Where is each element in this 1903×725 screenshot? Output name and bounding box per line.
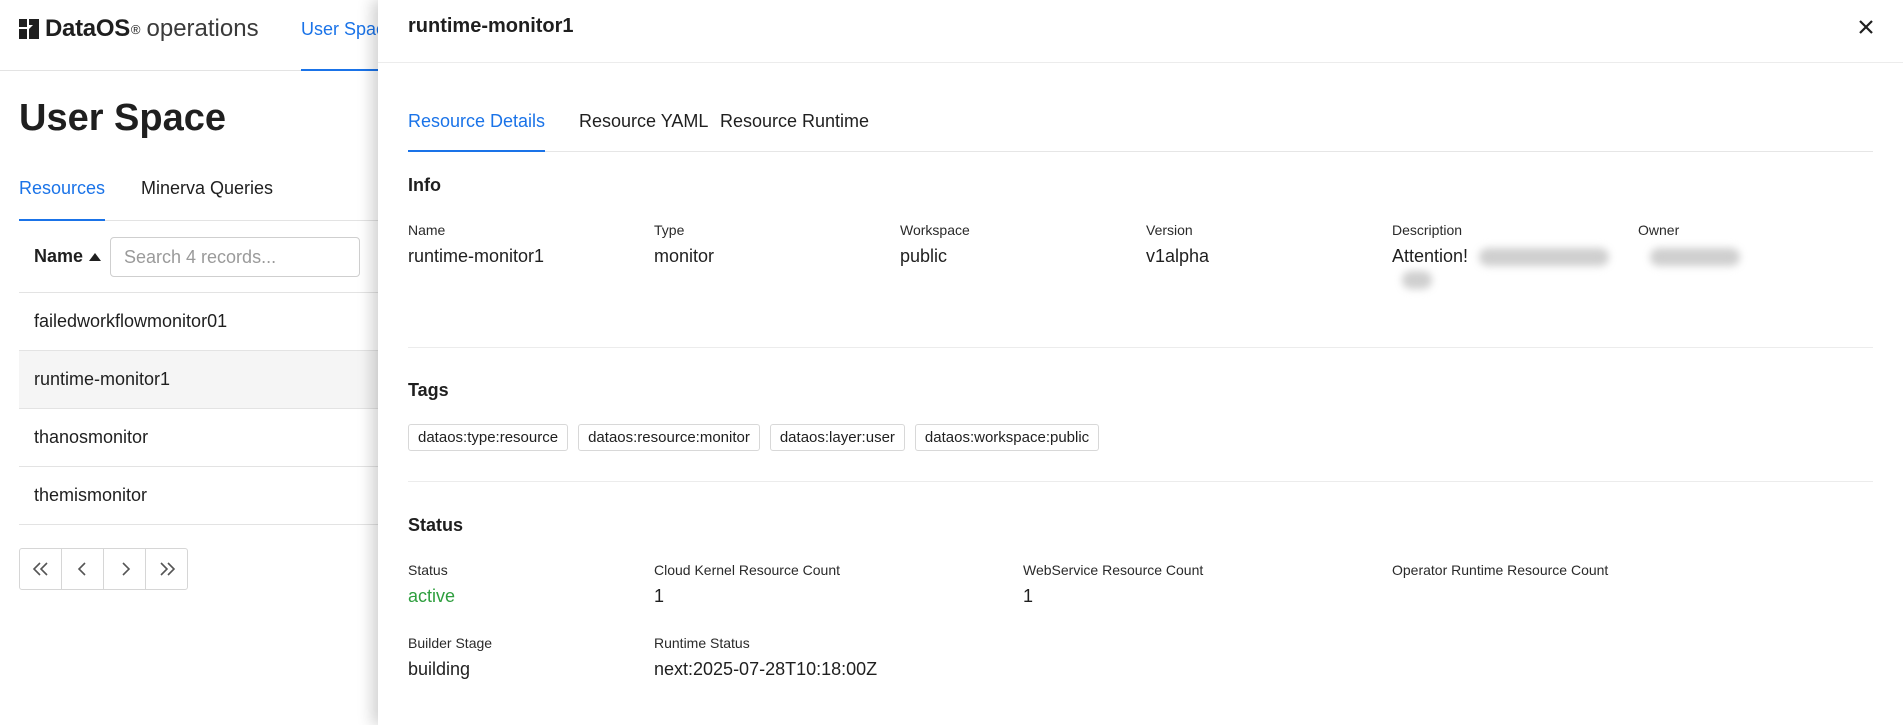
tag-chip: dataos:workspace:public bbox=[914, 424, 1100, 451]
close-icon bbox=[1859, 20, 1873, 34]
field-label: Version bbox=[1146, 222, 1193, 238]
info-description-field: Description Attention! bbox=[1392, 222, 1610, 289]
builder-stage-field: Builder Stage building bbox=[408, 635, 492, 680]
info-version-field: Version v1alpha bbox=[1146, 222, 1209, 267]
field-value: runtime-monitor1 bbox=[408, 246, 545, 266]
tag-chip: dataos:layer:user bbox=[769, 424, 905, 451]
resource-drawer: runtime-monitor1 Resource Details Resour… bbox=[378, 0, 1903, 725]
field-label: Runtime Status bbox=[654, 635, 750, 651]
field-value: monitor bbox=[654, 246, 715, 266]
field-value bbox=[1638, 246, 1740, 267]
redacted-text bbox=[1402, 271, 1432, 289]
field-label: Name bbox=[408, 222, 446, 238]
tags-section-title: Tags bbox=[408, 380, 449, 400]
info-type-field: Type monitor bbox=[654, 222, 714, 267]
field-label: Status bbox=[408, 562, 448, 578]
field-value: next:2025-07-28T10:18:00Z bbox=[654, 659, 878, 679]
field-value: 1 bbox=[654, 586, 665, 606]
redacted-text bbox=[1479, 248, 1610, 267]
tab-resource-details[interactable]: Resource Details bbox=[408, 111, 546, 152]
operator-runtime-count-field: Operator Runtime Resource Count bbox=[1392, 562, 1608, 578]
status-section-title: Status bbox=[408, 515, 464, 535]
divider bbox=[408, 481, 1873, 482]
field-label: Cloud Kernel Resource Count bbox=[654, 562, 840, 578]
close-button[interactable] bbox=[1853, 14, 1879, 40]
field-label: Workspace bbox=[900, 222, 970, 238]
info-name-field: Name runtime-monitor1 bbox=[408, 222, 544, 267]
status-field: Status active bbox=[408, 562, 455, 607]
tab-resource-yaml[interactable]: Resource YAML bbox=[579, 111, 708, 152]
description-text: Attention! bbox=[1392, 246, 1469, 266]
tab-resource-runtime[interactable]: Resource Runtime bbox=[720, 111, 869, 152]
field-value: public bbox=[900, 246, 948, 266]
field-value: 1 bbox=[1023, 586, 1034, 606]
drawer-title: runtime-monitor1 bbox=[408, 15, 574, 37]
tag-chip: dataos:resource:monitor bbox=[578, 424, 760, 451]
drawer-header: runtime-monitor1 bbox=[378, 0, 1903, 63]
divider bbox=[408, 347, 1873, 348]
tag-list: dataos:type:resource dataos:resource:mon… bbox=[408, 424, 1109, 451]
info-workspace-field: Workspace public bbox=[900, 222, 970, 267]
drawer-tabs: Resource Details Resource YAML Resource … bbox=[408, 101, 1873, 152]
field-label: Operator Runtime Resource Count bbox=[1392, 562, 1609, 578]
info-owner-field: Owner bbox=[1638, 222, 1740, 267]
cloud-kernel-count-field: Cloud Kernel Resource Count 1 bbox=[654, 562, 840, 607]
field-label: WebService Resource Count bbox=[1023, 562, 1204, 578]
field-value: v1alpha bbox=[1146, 246, 1210, 266]
webservice-count-field: WebService Resource Count 1 bbox=[1023, 562, 1203, 607]
info-section-title: Info bbox=[408, 175, 441, 195]
status-badge: active bbox=[408, 586, 456, 606]
tag-chip: dataos:type:resource bbox=[408, 424, 569, 451]
field-value: Attention! bbox=[1392, 246, 1610, 267]
field-label: Type bbox=[654, 222, 685, 238]
field-value: building bbox=[408, 659, 471, 679]
runtime-status-field: Runtime Status next:2025-07-28T10:18:00Z bbox=[654, 635, 877, 680]
field-label: Description bbox=[1392, 222, 1463, 238]
field-label: Owner bbox=[1638, 222, 1680, 238]
field-label: Builder Stage bbox=[408, 635, 493, 651]
redacted-owner bbox=[1650, 248, 1740, 267]
